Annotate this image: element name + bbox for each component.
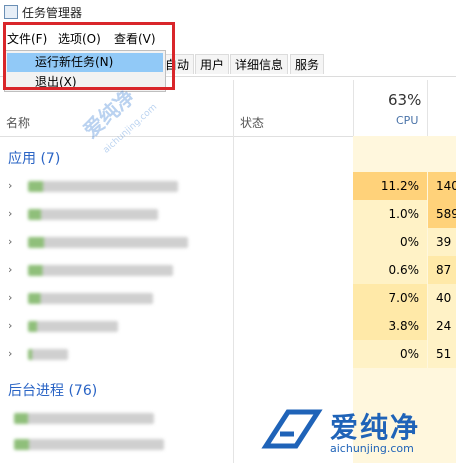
memory-value: 40	[428, 284, 456, 312]
tab-services[interactable]: 服务	[290, 54, 325, 74]
cpu-value: 3.8%	[353, 312, 427, 340]
column-cpu[interactable]: CPU	[396, 114, 418, 127]
table-row[interactable]: › 11.2% 140	[0, 172, 456, 200]
watermark-logo: 爱纯净 aichunjing.com	[258, 404, 448, 460]
cpu-total-percent: 63%	[388, 91, 422, 109]
table-row[interactable]: › 0% 39	[0, 228, 456, 256]
blurred-process-name	[28, 181, 178, 192]
cpu-value: 0.6%	[353, 256, 427, 284]
logo-brand: 爱纯净	[330, 411, 421, 444]
group-background-processes[interactable]: 后台进程 (76)	[8, 380, 97, 400]
chevron-right-icon[interactable]: ›	[8, 347, 12, 360]
memory-value: 140	[428, 172, 456, 200]
chevron-right-icon[interactable]: ›	[8, 179, 12, 192]
task-manager-icon	[4, 5, 18, 19]
blurred-process-name	[28, 349, 68, 360]
cpu-value: 11.2%	[353, 172, 427, 200]
cpu-value: 1.0%	[353, 200, 427, 228]
tab-users[interactable]: 用户	[195, 54, 230, 74]
chevron-right-icon[interactable]: ›	[8, 291, 12, 304]
table-row[interactable]: › 0% 51	[0, 340, 456, 368]
memory-value: 589	[428, 200, 456, 228]
blurred-process-name	[28, 293, 153, 304]
table-row[interactable]: › 3.8% 24	[0, 312, 456, 340]
logo-site: aichunjing.com	[330, 442, 414, 455]
blurred-process-name	[14, 439, 164, 450]
cpu-value: 7.0%	[353, 284, 427, 312]
annotation-highlight-box	[3, 22, 175, 90]
chevron-right-icon[interactable]: ›	[8, 235, 12, 248]
table-row[interactable]: › 1.0% 589	[0, 200, 456, 228]
cpu-value: 0%	[353, 228, 427, 256]
memory-value: 87	[428, 256, 456, 284]
chevron-right-icon[interactable]: ›	[8, 207, 12, 220]
blurred-process-name	[28, 209, 158, 220]
logo-icon	[261, 409, 323, 449]
column-name[interactable]: 名称	[6, 114, 30, 131]
blurred-process-name	[28, 321, 118, 332]
tab-details[interactable]: 详细信息	[230, 54, 289, 74]
group-apps[interactable]: 应用 (7)	[8, 148, 60, 168]
blurred-process-name	[14, 413, 154, 424]
memory-value: 51	[428, 340, 456, 368]
table-row[interactable]: › 7.0% 40	[0, 284, 456, 312]
table-row[interactable]: › 0.6% 87	[0, 256, 456, 284]
memory-value: 24	[428, 312, 456, 340]
memory-value: 39	[428, 228, 456, 256]
cpu-value: 0%	[353, 340, 427, 368]
column-status[interactable]: 状态	[240, 114, 264, 131]
blurred-process-name	[28, 265, 173, 276]
blurred-process-name	[28, 237, 188, 248]
chevron-right-icon[interactable]: ›	[8, 263, 12, 276]
window-title: 任务管理器	[22, 6, 83, 20]
chevron-right-icon[interactable]: ›	[8, 319, 12, 332]
